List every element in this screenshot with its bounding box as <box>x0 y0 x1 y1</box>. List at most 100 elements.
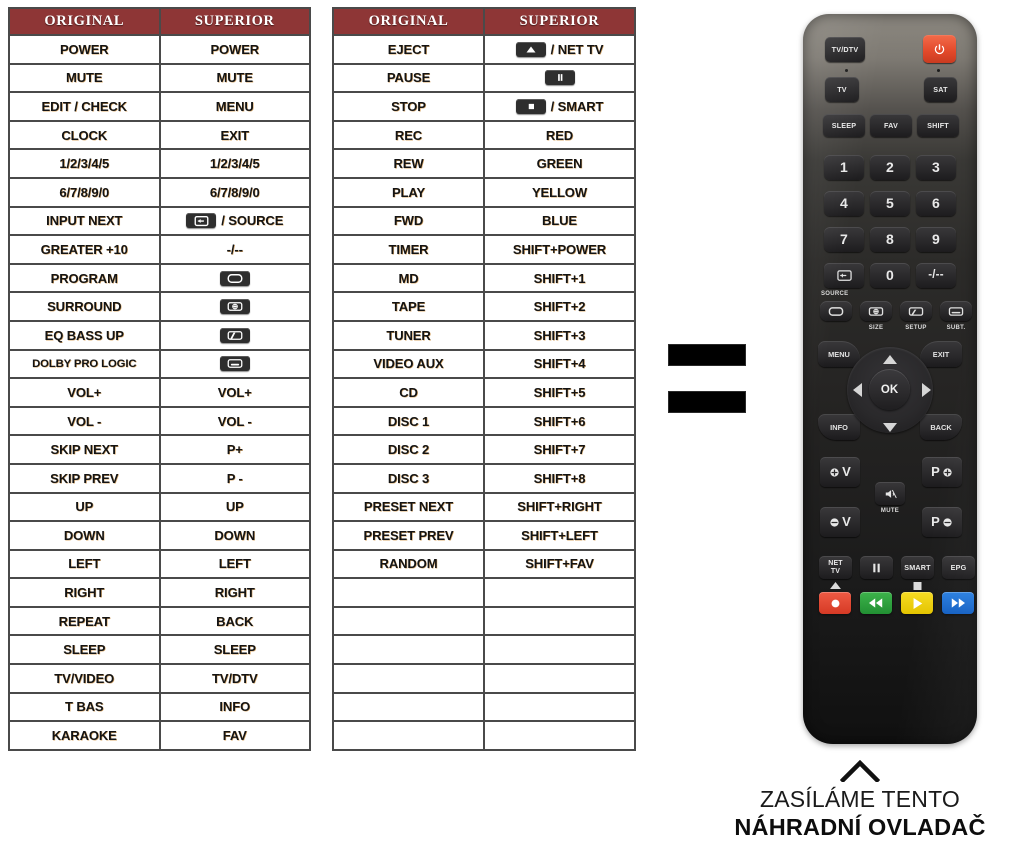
remote-button-sleep[interactable]: SLEEP <box>823 114 865 137</box>
table-row: SKIP PREV P - <box>8 462 311 494</box>
remote-button-info[interactable]: INFO <box>818 414 860 440</box>
cell-superior: SHIFT+LEFT <box>483 520 636 551</box>
cell-superior <box>158 291 311 322</box>
cell-content: / SOURCE <box>163 208 308 235</box>
stop-icon <box>913 582 922 590</box>
cell-superior: SHIFT+6 <box>483 405 636 437</box>
cell-original: 6/7/8/9/0 <box>8 176 161 208</box>
remote-button-epg[interactable]: EPG <box>942 556 975 579</box>
remote-button-0[interactable]: 0 <box>870 263 910 288</box>
remote-button-source[interactable] <box>824 263 864 288</box>
table-row: RANDOM SHIFT+FAV <box>332 548 636 580</box>
table-row: GREATER +10 -/-- <box>8 234 311 265</box>
remote-button-subtitle[interactable] <box>940 301 972 321</box>
cell-original: TIMER <box>332 234 485 265</box>
remote-label-prog-up: P <box>931 464 940 480</box>
cell-original: SKIP NEXT <box>8 434 161 465</box>
remote-button-volume-down[interactable]: V <box>820 507 860 537</box>
remote-button-play-yellow[interactable] <box>901 592 933 614</box>
cell-content <box>163 293 308 320</box>
cell-original <box>332 577 485 608</box>
remote-button-size[interactable] <box>860 301 892 321</box>
remote-button-up-arrow-icon[interactable] <box>883 355 897 364</box>
remote-button-tvdtv[interactable]: TV/DTV <box>825 37 865 62</box>
table-left: ORIGINAL SUPERIOR POWER POWER MUTE MUTE EDIT… <box>8 7 311 751</box>
remote-label-subt: SUBT. <box>946 325 966 331</box>
remote-button-menu[interactable]: MENU <box>818 341 860 367</box>
remote-button-mute[interactable] <box>875 482 905 505</box>
cell-superior <box>483 634 636 666</box>
remote-button-volume-up[interactable]: V <box>820 457 860 487</box>
remote-button-setup[interactable] <box>900 301 932 321</box>
remote-button-6[interactable]: 6 <box>916 191 956 216</box>
cell-original: DOLBY PRO LOGIC <box>8 348 161 380</box>
cell-superior <box>158 348 311 380</box>
remote-button-right-arrow-icon[interactable] <box>922 383 931 397</box>
remote-button-7[interactable]: 7 <box>824 227 864 252</box>
remote-button-shift[interactable]: SHIFT <box>917 114 959 137</box>
stop-icon <box>515 98 546 114</box>
remote-button-record-red[interactable] <box>819 592 851 614</box>
remote-label-vol-up: V <box>842 464 851 480</box>
table-row: TAPE SHIFT+2 <box>332 291 636 322</box>
mute-icon <box>885 489 897 498</box>
table-row <box>332 663 636 694</box>
remote-control: TV/DTV TV SAT SLEEP FAV SHIFT 1 2 3 4 5 … <box>803 14 977 744</box>
remote-button-power[interactable] <box>923 35 956 63</box>
rewind-icon <box>869 598 883 608</box>
table-row: REW GREEN <box>332 148 636 179</box>
cell-superior: SHIFT+POWER <box>483 234 636 265</box>
remote-button-1[interactable]: 1 <box>824 155 864 180</box>
remote-button-5[interactable]: 5 <box>870 191 910 216</box>
remote-button-8[interactable]: 8 <box>870 227 910 252</box>
remote-button-aspect[interactable] <box>820 301 852 321</box>
cell-superior <box>483 577 636 608</box>
cell-superior <box>158 319 311 351</box>
cell-original: LEFT <box>8 548 161 580</box>
record-icon <box>831 599 839 607</box>
remote-button-smart[interactable]: SMART <box>901 556 934 579</box>
remote-button-nettv[interactable]: NET TV <box>819 556 852 579</box>
remote-button-program-down[interactable]: P <box>922 507 962 537</box>
remote-button-down-arrow-icon[interactable] <box>883 423 897 432</box>
table-right: ORIGINAL SUPERIOR EJECT / NET TV PAUSE STOP… <box>332 7 636 751</box>
cell-superior: MENU <box>158 91 311 122</box>
remote-button-3[interactable]: 3 <box>916 155 956 180</box>
led-indicator-right <box>937 69 940 72</box>
remote-button-tv[interactable]: TV <box>825 77 859 102</box>
remote-button-rewind-green[interactable] <box>860 592 892 614</box>
remote-button-forward-blue[interactable] <box>942 592 974 614</box>
remote-button-left-arrow-icon[interactable] <box>853 383 862 397</box>
remote-button-program-up[interactable]: P <box>922 457 962 487</box>
table-row: SURROUND <box>8 291 311 322</box>
cell-original: DISC 1 <box>332 405 485 437</box>
remote-button-9[interactable]: 9 <box>916 227 956 252</box>
cell-original <box>332 663 485 694</box>
equals-symbol <box>668 344 746 413</box>
plus-circle-icon <box>830 467 839 477</box>
cell-superior <box>483 691 636 723</box>
remote-button-back[interactable]: BACK <box>920 414 962 440</box>
table-row: POWER POWER <box>8 34 311 65</box>
source-icon <box>186 213 217 229</box>
remote-button-2[interactable]: 2 <box>870 155 910 180</box>
cell-superior: LEFT <box>158 548 311 580</box>
cell-original: MUTE <box>8 62 161 94</box>
table-row: SKIP NEXT P+ <box>8 434 311 465</box>
cell-superior: YELLOW <box>483 176 636 208</box>
remote-button-4[interactable]: 4 <box>824 191 864 216</box>
table-row: DISC 2 SHIFT+7 <box>332 434 636 465</box>
table-row: CLOCK EXIT <box>8 119 311 151</box>
table-row: PROGRAM <box>8 262 311 294</box>
remote-button-exit[interactable]: EXIT <box>920 341 962 367</box>
remote-button-fav[interactable]: FAV <box>870 114 912 137</box>
subtitle-icon <box>219 356 250 372</box>
remote-button-sat[interactable]: SAT <box>924 77 957 102</box>
cell-original: GREATER +10 <box>8 234 161 265</box>
remote-button-pause[interactable] <box>860 556 893 579</box>
remote-button-dash[interactable]: -/-- <box>916 263 956 288</box>
cell-original: REPEAT <box>8 605 161 637</box>
cell-original: T BAS <box>8 691 161 723</box>
remote-label-size: SIZE <box>868 325 884 331</box>
remote-button-ok[interactable]: OK <box>869 369 910 410</box>
